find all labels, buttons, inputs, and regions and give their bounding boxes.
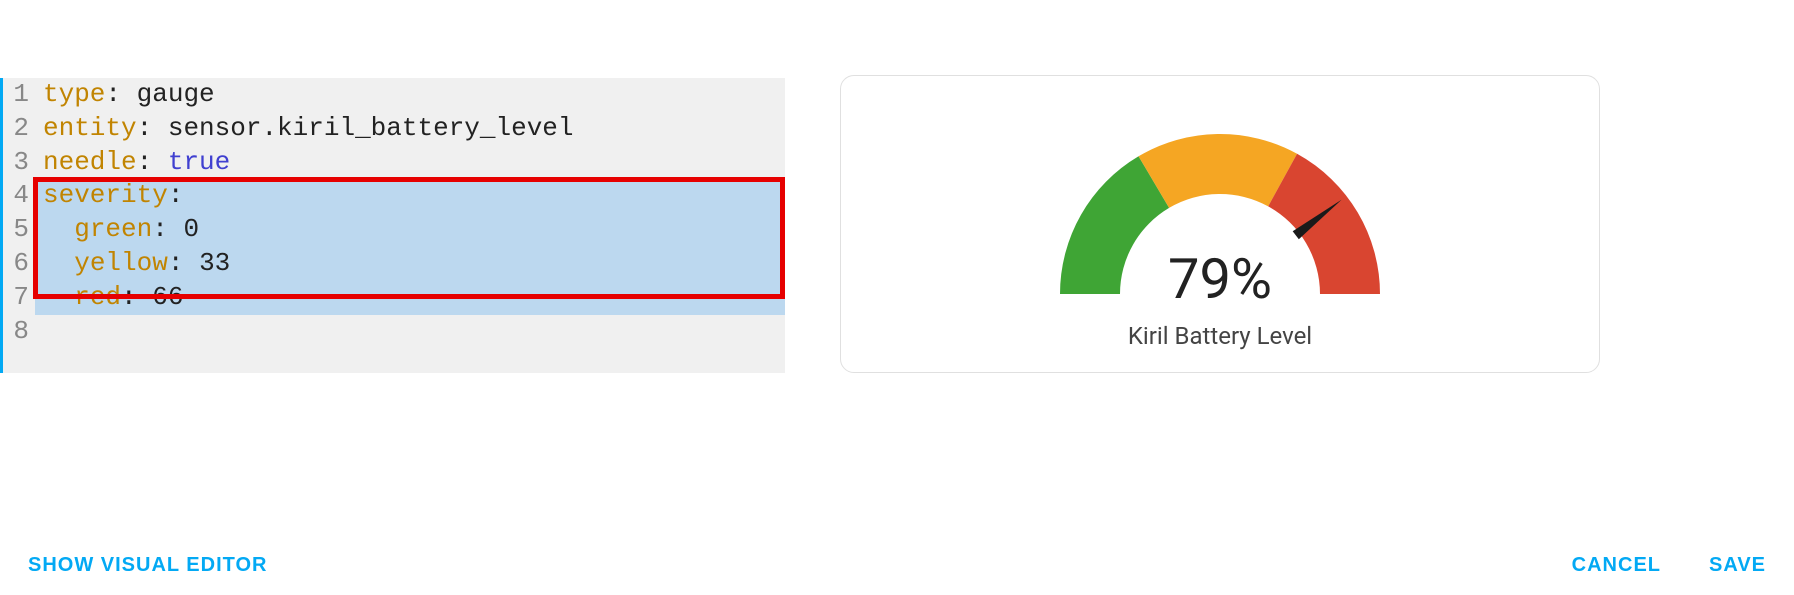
yaml-editor-panel: 1type: gauge2entity: sensor.kiril_batter… xyxy=(0,78,785,373)
show-visual-editor-button[interactable]: SHOW VISUAL EDITOR xyxy=(28,554,268,577)
preview-panel: 79% Kiril Battery Level xyxy=(840,75,1600,373)
line-number: 3 xyxy=(3,146,35,180)
line-number: 7 xyxy=(3,281,35,315)
code-line[interactable]: 8 xyxy=(3,315,785,349)
line-number: 5 xyxy=(3,213,35,247)
code-line[interactable]: 1type: gauge xyxy=(3,78,785,112)
dialog-footer: SHOW VISUAL EDITOR CANCEL SAVE xyxy=(0,554,1794,577)
code-content[interactable] xyxy=(35,315,785,349)
code-line[interactable]: 6 yellow: 33 xyxy=(3,247,785,281)
gauge-card[interactable]: 79% Kiril Battery Level xyxy=(840,75,1600,373)
code-line[interactable]: 7 red: 66 xyxy=(3,281,785,315)
code-content[interactable]: severity: xyxy=(35,179,785,213)
cancel-button[interactable]: CANCEL xyxy=(1572,554,1661,577)
code-content[interactable]: yellow: 33 xyxy=(35,247,785,281)
code-line[interactable]: 2entity: sensor.kiril_battery_level xyxy=(3,112,785,146)
line-number: 4 xyxy=(3,179,35,213)
gauge-chart xyxy=(1040,104,1400,304)
code-line[interactable]: 3needle: true xyxy=(3,146,785,180)
code-content[interactable]: entity: sensor.kiril_battery_level xyxy=(35,112,785,146)
line-number: 8 xyxy=(3,315,35,349)
code-line[interactable]: 4severity: xyxy=(3,179,785,213)
code-content[interactable]: needle: true xyxy=(35,146,785,180)
line-number: 6 xyxy=(3,247,35,281)
gauge-label: Kiril Battery Level xyxy=(1128,322,1312,350)
line-number: 2 xyxy=(3,112,35,146)
line-number: 1 xyxy=(3,78,35,112)
save-button[interactable]: SAVE xyxy=(1709,554,1766,577)
code-editor[interactable]: 1type: gauge2entity: sensor.kiril_batter… xyxy=(3,78,785,348)
code-content[interactable]: type: gauge xyxy=(35,78,785,112)
code-content[interactable]: green: 0 xyxy=(35,213,785,247)
code-line[interactable]: 5 green: 0 xyxy=(3,213,785,247)
code-content[interactable]: red: 66 xyxy=(35,281,785,315)
